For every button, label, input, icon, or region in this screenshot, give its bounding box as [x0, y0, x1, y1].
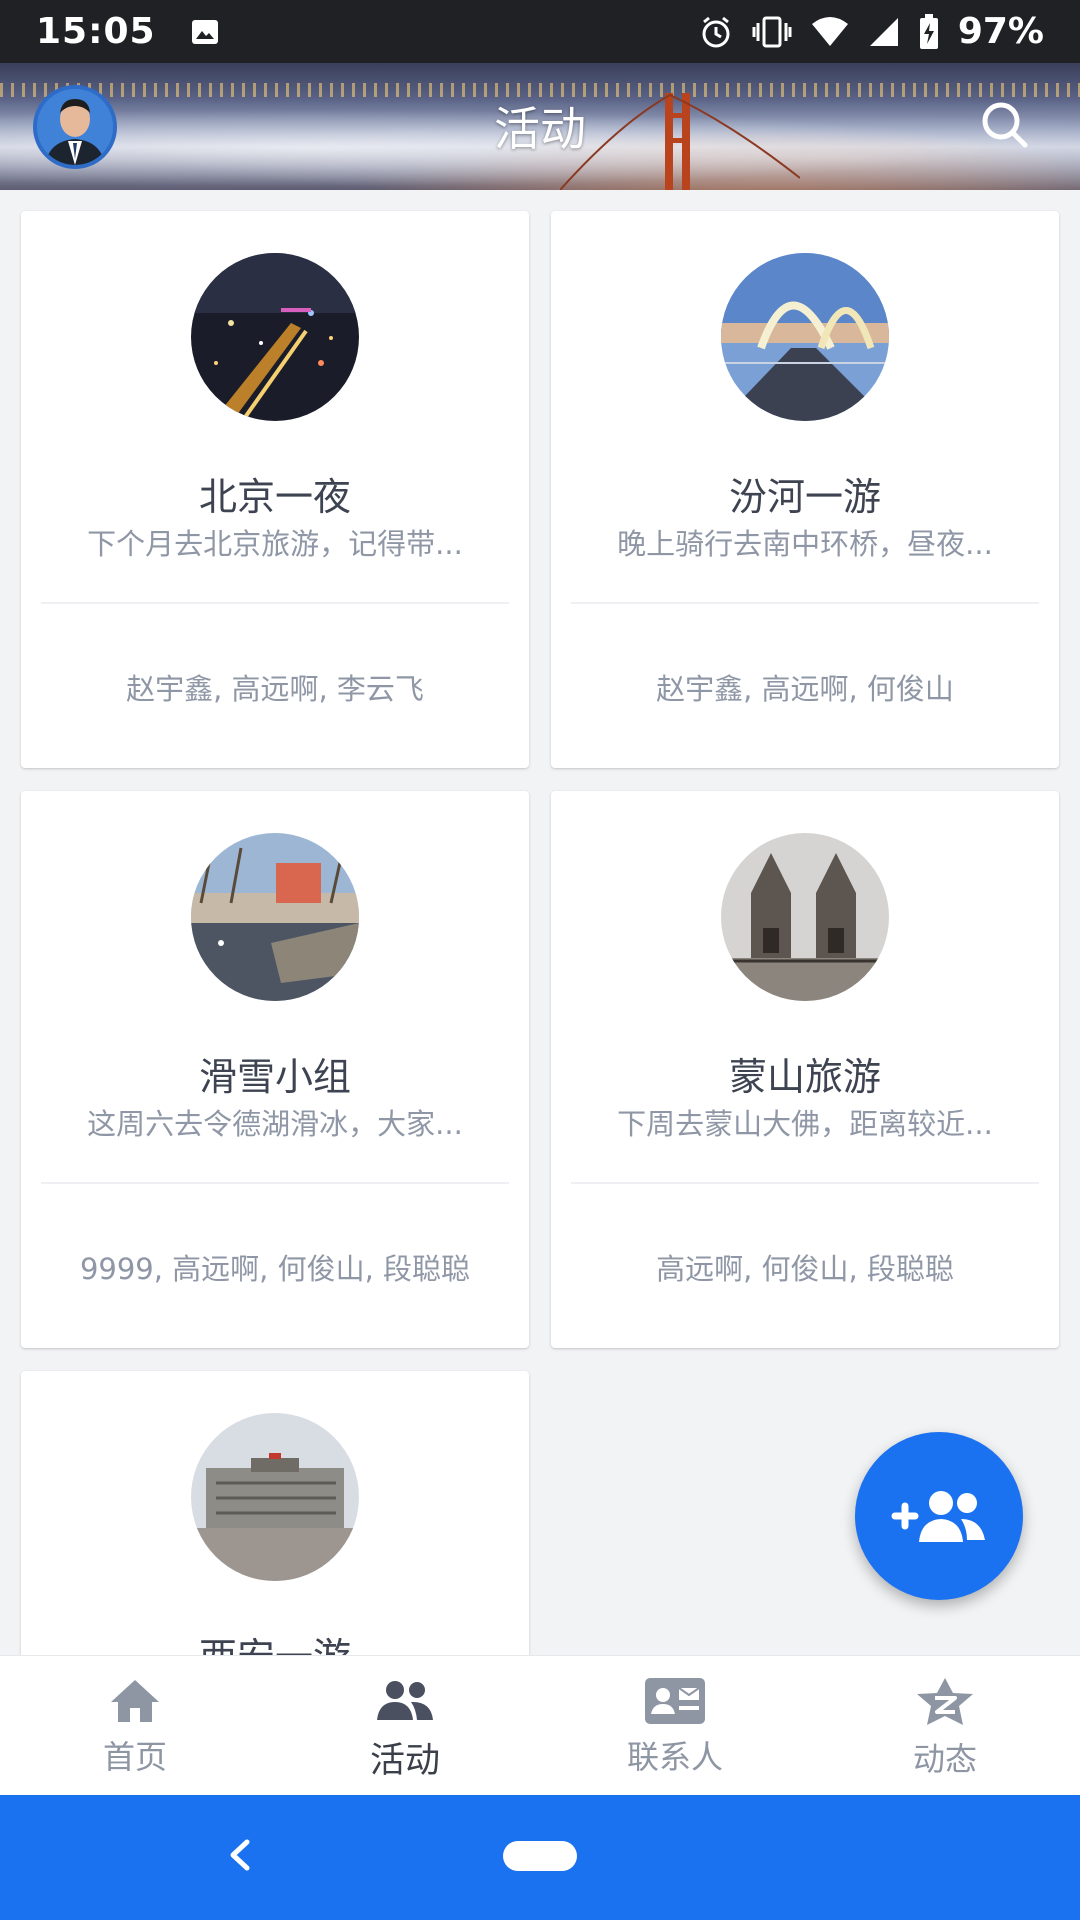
status-bar: 15:05 97% — [0, 0, 1080, 63]
bottom-navigation: 首页 活动 联系人 动态 — [0, 1655, 1080, 1795]
activity-description: 晚上骑行去南中环桥，昼夜... — [617, 527, 993, 561]
activity-description: 这周六去令德湖滑冰，大家... — [87, 1107, 463, 1141]
activity-members: 9999, 高远啊, 何俊山, 段聪聪 — [79, 1252, 471, 1286]
vibrate-icon — [752, 15, 792, 49]
activity-members: 赵宇鑫, 高远啊, 何俊山 — [656, 672, 954, 706]
wifi-icon — [810, 16, 850, 48]
qzone-star-icon — [917, 1678, 973, 1725]
activity-members: 赵宇鑫, 高远啊, 李云飞 — [126, 672, 424, 706]
add-group-icon — [891, 1491, 985, 1542]
divider — [571, 602, 1039, 604]
home-gesture-pill[interactable] — [503, 1841, 577, 1871]
nav-label: 活动 — [369, 1741, 440, 1781]
nav-item-contacts[interactable]: 联系人 — [540, 1656, 810, 1795]
nav-label: 动态 — [912, 1740, 977, 1778]
divider — [571, 1182, 1039, 1184]
app-header: 活动 — [0, 63, 1080, 190]
nav-item-activity[interactable]: 活动 — [270, 1656, 540, 1795]
alarm-icon — [698, 14, 734, 50]
add-group-button[interactable] — [855, 1432, 1023, 1600]
system-navigation-bar — [0, 1795, 1080, 1920]
nav-label: 首页 — [102, 1738, 167, 1776]
divider — [41, 602, 509, 604]
activity-image — [191, 253, 359, 421]
page-title: 活动 — [494, 102, 586, 156]
group-icon — [377, 1681, 433, 1720]
nav-item-moments[interactable]: 动态 — [810, 1656, 1080, 1795]
divider — [41, 1182, 509, 1184]
activity-title: 西安一游 — [21, 1626, 529, 1655]
activity-description: 下周去蒙山大佛，距离较近... — [617, 1107, 993, 1141]
activity-title: 蒙山旅游 — [728, 1055, 881, 1099]
nav-item-home[interactable]: 首页 — [0, 1656, 270, 1795]
battery-percent: 97% — [957, 11, 1044, 52]
contact-card-icon — [645, 1678, 705, 1724]
battery-charging-icon — [918, 13, 940, 50]
nav-label: 联系人 — [626, 1738, 723, 1776]
status-time: 15:05 — [36, 11, 156, 52]
activity-card[interactable]: 汾河一游 晚上骑行去南中环桥，昼夜... 赵宇鑫, 高远啊, 何俊山 — [551, 211, 1059, 768]
activity-card[interactable]: 蒙山旅游 下周去蒙山大佛，距离较近... 高远啊, 何俊山, 段聪聪 — [551, 791, 1059, 1348]
back-chevron-icon — [230, 1839, 250, 1871]
activity-card[interactable]: 滑雪小组 这周六去令德湖滑冰，大家... 9999, 高远啊, 何俊山, 段聪聪 — [21, 791, 529, 1348]
image-notification-icon — [190, 17, 220, 47]
activity-image — [191, 833, 359, 1001]
activity-card[interactable]: 西安一游 — [21, 1371, 529, 1655]
activity-image — [721, 253, 889, 421]
search-icon — [982, 102, 1028, 148]
signal-icon — [868, 16, 900, 48]
activity-members: 高远啊, 何俊山, 段聪聪 — [656, 1252, 954, 1286]
activity-title: 汾河一游 — [728, 475, 881, 519]
home-icon — [111, 1680, 159, 1722]
activity-description: 下个月去北京旅游，记得带... — [87, 527, 463, 561]
activity-image — [191, 1413, 359, 1581]
search-button[interactable] — [975, 95, 1035, 155]
back-button[interactable] — [210, 1825, 270, 1885]
activity-image — [721, 833, 889, 1001]
activity-title: 北京一夜 — [198, 475, 351, 519]
activity-card[interactable]: 北京一夜 下个月去北京旅游，记得带... 赵宇鑫, 高远啊, 李云飞 — [21, 211, 529, 768]
activity-title: 滑雪小组 — [198, 1055, 351, 1099]
